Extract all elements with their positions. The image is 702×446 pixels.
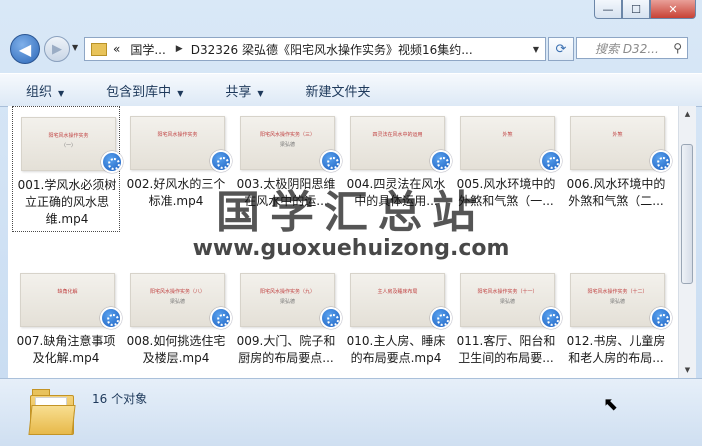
thumbnail-subtitle: 梁弘德 [499, 299, 515, 305]
scroll-up-icon[interactable]: ▲ [679, 106, 696, 122]
scroll-down-icon[interactable]: ▼ [679, 362, 696, 378]
media-player-icon [430, 150, 452, 172]
close-button[interactable]: ✕ [650, 0, 696, 19]
thumbnail-title: 阳宅风水操作实务（十一） [477, 289, 538, 295]
media-player-icon [100, 307, 122, 329]
thumbnail-title: 阳宅风水操作实务 [157, 132, 198, 138]
file-item[interactable]: 缺角化解 007.缺角注意事项及化解.mp4 [12, 263, 122, 378]
maximize-button[interactable]: ☐ [622, 0, 650, 19]
minimize-button[interactable]: — [594, 0, 622, 19]
folder-icon [28, 389, 76, 435]
refresh-button[interactable]: ⟳ [548, 37, 574, 61]
thumbnail-subtitle: 梁弘德 [279, 142, 295, 148]
media-player-icon [210, 307, 232, 329]
new-folder-label: 新建文件夹 [305, 84, 371, 100]
scrollbar-thumb[interactable] [681, 144, 693, 284]
thumbnail-subtitle: 梁弘德 [279, 299, 295, 305]
file-item[interactable]: 阳宅风水操作实务（三） 梁弘德 003.太极阴阳思维在风水中的运... [232, 106, 342, 232]
recent-pages-dropdown[interactable]: ▼ [72, 43, 78, 52]
media-player-icon [320, 150, 342, 172]
file-name: 011.客厅、阳台和卫生间的布局要... [456, 334, 556, 365]
file-item[interactable]: 主人房及睡床布局 010.主人房、睡床的布局要点.mp4 [342, 263, 452, 378]
share-label: 共享 [225, 84, 252, 100]
include-in-library-label: 包含到库中 [106, 84, 172, 100]
chevron-right-icon[interactable]: ▶ [176, 44, 183, 54]
window-controls: — ☐ ✕ [594, 0, 696, 19]
chevron-down-icon: ▼ [177, 88, 184, 98]
arrow-left-icon: ◀ [18, 39, 32, 59]
file-item[interactable]: 阳宅风水操作实务（九） 梁弘德 009.大门、院子和厨房的布局要点... [232, 263, 342, 378]
thumbnail-title: 外煞 [612, 132, 623, 138]
media-player-icon [210, 150, 232, 172]
file-name: 007.缺角注意事项及化解.mp4 [16, 334, 116, 365]
media-player-icon [650, 307, 672, 329]
file-name: 012.书房、儿童房和老人房的布局... [566, 334, 666, 365]
thumbnail-title: 四灵法在风水中的运用 [372, 132, 423, 138]
file-item[interactable]: 外煞 006.风水环境中的外煞和气煞（二... [562, 106, 672, 232]
thumbnail-title: 缺角化解 [57, 289, 78, 295]
breadcrumb-item[interactable]: 国学... [130, 41, 165, 58]
file-name: 005.风水环境中的外煞和气煞（一... [456, 177, 556, 208]
file-grid[interactable]: 阳宅风水操作实务 （一） 001.学风水必须树立正确的风水思维.mp4 阳宅风水操作实… [8, 106, 678, 378]
back-button[interactable]: ◀ [10, 34, 40, 64]
explorer-window: — ☐ ✕ ◀ ▶ ▼ « 国学... ▶ D32326 梁弘德《阳宅风水操作实… [0, 0, 702, 446]
thumbnail-title: 阳宅风水操作实务（十二） [587, 289, 648, 295]
media-player-icon [650, 150, 672, 172]
thumbnail-title: 主人房及睡床布局 [377, 289, 418, 295]
file-name: 006.风水环境中的外煞和气煞（二... [566, 177, 666, 208]
media-player-icon [320, 307, 342, 329]
new-folder-button[interactable]: 新建文件夹 [280, 81, 387, 100]
thumbnail-title: 阳宅风水操作实务（九） [259, 289, 315, 295]
organize-label: 组织 [26, 84, 53, 100]
breadcrumb-overflow[interactable]: « [113, 42, 120, 56]
file-name: 001.学风水必须树立正确的风水思维.mp4 [17, 178, 117, 226]
file-name: 004.四灵法在风水中的具体运用... [346, 177, 446, 208]
file-item[interactable]: 阳宅风水操作实务 （一） 001.学风水必须树立正确的风水思维.mp4 [12, 106, 123, 232]
thumbnail-subtitle: （一） [60, 143, 76, 149]
thumbnail-title: 外煞 [502, 132, 513, 138]
thumbnail-title: 阳宅风水操作实务 [48, 133, 89, 139]
forward-button[interactable]: ▶ [44, 36, 70, 62]
mouse-cursor-icon: ⬉ [603, 394, 619, 415]
media-player-icon [540, 307, 562, 329]
file-name: 003.太极阴阳思维在风水中的运... [236, 177, 336, 208]
file-item[interactable]: 阳宅风水操作实务 002.好风水的三个标准.mp4 [122, 106, 232, 232]
media-player-icon [540, 150, 562, 172]
file-name: 008.如何挑选住宅及楼层.mp4 [126, 334, 226, 365]
file-item[interactable]: 四灵法在风水中的运用 004.四灵法在风水中的具体运用... [342, 106, 452, 232]
details-pane: 16 个对象 [0, 378, 702, 446]
refresh-icon: ⟳ [555, 41, 567, 57]
search-placeholder: 搜索 D32... [595, 41, 659, 56]
chevron-down-icon: ▼ [58, 88, 65, 98]
command-bar: 组织 ▼ 包含到库中 ▼ 共享 ▼ 新建文件夹 [0, 73, 702, 107]
file-item[interactable]: 阳宅风水操作实务（十一） 梁弘德 011.客厅、阳台和卫生间的布局要... [452, 263, 562, 378]
file-item[interactable]: 阳宅风水操作实务（十二） 梁弘德 012.书房、儿童房和老人房的布局... [562, 263, 672, 378]
breadcrumb-current[interactable]: D32326 梁弘德《阳宅风水操作实务》视频16集约... [191, 41, 473, 58]
organize-button[interactable]: 组织 ▼ [0, 81, 80, 100]
search-icon[interactable]: ⚲ [673, 41, 682, 55]
file-item[interactable]: 外煞 005.风水环境中的外煞和气煞（一... [452, 106, 562, 232]
vertical-scrollbar[interactable]: ▲ ▼ [678, 106, 696, 378]
thumbnail-title: 阳宅风水操作实务（三） [259, 132, 315, 138]
media-player-icon [430, 307, 452, 329]
file-name: 010.主人房、睡床的布局要点.mp4 [346, 334, 446, 365]
include-in-library-button[interactable]: 包含到库中 ▼ [80, 81, 199, 100]
share-button[interactable]: 共享 ▼ [199, 81, 279, 100]
thumbnail-title: 阳宅风水操作实务（八） [149, 289, 205, 295]
file-name: 002.好风水的三个标准.mp4 [126, 177, 226, 208]
media-player-icon [101, 151, 123, 173]
chevron-down-icon[interactable]: ▼ [533, 45, 539, 54]
item-count: 16 个对象 [92, 392, 148, 406]
address-bar[interactable]: « 国学... ▶ D32326 梁弘德《阳宅风水操作实务》视频16集约... … [84, 37, 546, 61]
search-input[interactable]: 搜索 D32... ⚲ [576, 37, 688, 59]
file-name: 009.大门、院子和厨房的布局要点... [236, 334, 336, 365]
chevron-down-icon: ▼ [257, 88, 264, 98]
folder-icon [91, 42, 107, 56]
thumbnail-subtitle: 梁弘德 [609, 299, 625, 305]
navigation-bar: ◀ ▶ ▼ « 国学... ▶ D32326 梁弘德《阳宅风水操作实务》视频16… [8, 34, 694, 64]
thumbnail-subtitle: 梁弘德 [169, 299, 185, 305]
arrow-right-icon: ▶ [52, 41, 62, 57]
file-item[interactable]: 阳宅风水操作实务（八） 梁弘德 008.如何挑选住宅及楼层.mp4 [122, 263, 232, 378]
